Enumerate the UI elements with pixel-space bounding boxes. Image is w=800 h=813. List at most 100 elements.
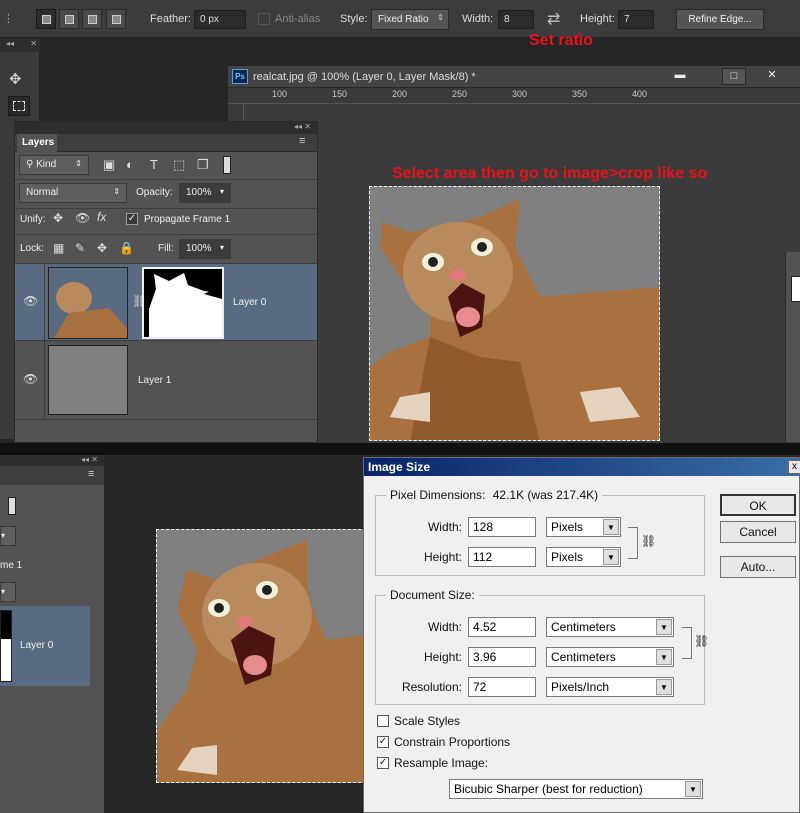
opacity-input[interactable]: 100% ▾ [179,183,231,203]
eye-icon[interactable]: 👁 [23,294,38,308]
layer-row[interactable]: Layer 0 [0,606,90,686]
dialog-title: Image Size [368,460,431,474]
layer-mask-thumbnail[interactable] [0,610,12,682]
refine-edge-button[interactable]: Refine Edge... [676,9,764,30]
cancel-button[interactable]: Cancel [720,521,796,543]
swap-icon[interactable]: ⇄ [547,9,560,29]
layers-panel: ◂◂ ✕ Layers ≡ ⚲ Kind ⇕ ▣ ◐ T ⬚ ❐ Normal ⇕… [14,121,318,443]
unify-style-icon[interactable]: fx [97,210,106,224]
constrain-proportions-label: Constrain Proportions [394,735,511,749]
layer-thumbnail[interactable] [48,345,128,415]
ruler-tick: 250 [452,89,468,99]
px-height-unit-select[interactable]: Pixels ▼ [546,547,621,567]
auto-button[interactable]: Auto... [720,556,796,578]
unify-visibility-icon[interactable]: 👁 [75,211,90,225]
tab-layers[interactable]: Layers [17,134,57,152]
collapse-icon[interactable]: ◂◂ [81,455,89,464]
layer-thumbnail[interactable] [48,267,128,339]
shape-filter-icon[interactable]: ⬚ [173,157,185,173]
chevron-down-icon: ▼ [603,549,619,565]
close-panel-icon[interactable]: ✕ [91,455,98,464]
panel-menu-icon[interactable]: ≡ [88,468,94,480]
minimize-icon[interactable]: ▬ [668,68,692,85]
close-icon[interactable]: x [788,460,800,474]
canvas-selection[interactable] [369,186,660,441]
intersect-selection-icon[interactable] [106,9,126,29]
blend-mode-select[interactable]: Normal ⇕ [19,183,127,203]
pixel-filter-icon[interactable]: ▣ [103,157,115,173]
ratio-height-input[interactable]: 7 [618,10,654,29]
filter-toggle-icon[interactable] [8,497,16,515]
side-panel-edge [785,252,800,442]
layer-row[interactable]: 👁 ⛓ Layer 0 [15,263,317,342]
ruler-tick: 300 [512,89,528,99]
resample-checkbox[interactable]: ✓ [377,757,389,769]
resolution-input[interactable]: 72 [468,677,536,697]
visibility-cell[interactable]: 👁 [15,342,45,420]
collapse-icon[interactable]: ◂◂ [294,122,302,131]
resample-method-value: Bicubic Sharper (best for reduction) [454,782,643,796]
subtract-selection-icon[interactable] [82,9,102,29]
document-size-label: Document Size: [386,588,479,602]
pixel-dimensions-label: Pixel Dimensions: 42.1K (was 217.4K) [386,488,603,502]
style-select[interactable]: Fixed Ratio ⇕ [371,9,449,30]
new-selection-icon[interactable] [36,9,56,29]
chain-link-icon: ⛓ [694,634,710,648]
move-tool-icon[interactable]: ✥ [9,70,22,88]
layer-name[interactable]: Layer 1 [138,375,171,386]
resolution-label: Resolution: [401,680,462,694]
constrain-bracket [682,627,692,659]
marquee-tool-icon[interactable] [8,96,30,116]
panel-menu-icon[interactable]: ≡ [299,135,305,147]
visibility-cell[interactable]: 👁 [15,264,45,342]
unify-position-icon[interactable]: ✥ [53,211,63,225]
blend-mode-select[interactable]: ▾ [0,526,16,546]
dialog-titlebar: Image Size [364,458,800,476]
close-panel-icon[interactable]: ✕ [304,122,311,131]
tool-preset-icon[interactable]: ⋮ [3,12,14,25]
lock-label: Lock: [20,243,44,254]
px-height-input[interactable]: 112 [468,547,536,567]
doc-height-input[interactable]: 3.96 [468,647,536,667]
lock-position-icon[interactable]: ✥ [97,241,107,255]
doc-width-input[interactable]: 4.52 [468,617,536,637]
maximize-icon[interactable]: □ [722,68,746,85]
lock-all-icon[interactable]: 🔒 [119,241,134,255]
ok-button[interactable]: OK [720,494,796,516]
add-selection-icon[interactable] [59,9,79,29]
eye-icon[interactable]: 👁 [23,372,38,386]
resample-method-select[interactable]: Bicubic Sharper (best for reduction) ▼ [449,779,703,799]
lock-transparency-icon[interactable]: ▦ [53,241,64,255]
constrain-proportions-checkbox[interactable]: ✓ [377,736,389,748]
doc-height-unit-select[interactable]: Centimeters ▼ [546,647,674,667]
filter-toggle-icon[interactable] [223,156,231,174]
propagate-checkbox[interactable]: ✓ [126,213,138,225]
cropped-canvas[interactable] [156,529,366,783]
close-window-icon[interactable]: ✕ [760,68,784,85]
px-width-unit-select[interactable]: Pixels ▼ [546,517,621,537]
fill-input[interactable]: 100% ▾ [179,239,231,259]
feather-input[interactable]: 0 px [194,10,246,29]
fill-input[interactable]: ▾ [0,582,16,602]
adjustment-filter-icon[interactable]: ◐ [126,157,134,172]
smartobject-filter-icon[interactable]: ❐ [197,157,209,173]
px-width-input[interactable]: 128 [468,517,536,537]
resolution-unit-select[interactable]: Pixels/Inch ▼ [546,677,674,697]
type-filter-icon[interactable]: T [150,157,158,172]
layers-panel-header: ◂◂ ✕ [15,122,317,134]
scale-styles-checkbox[interactable] [377,715,389,727]
layer-name[interactable]: Layer 0 [20,640,53,651]
layer-mask-thumbnail[interactable] [142,267,224,339]
chevron-updown-icon: ⇕ [437,13,444,22]
kind-filter-select[interactable]: ⚲ Kind ⇕ [19,155,89,175]
doc-unit-value: Centimeters [551,650,616,664]
px-height-label: Height: [423,550,462,564]
lock-paint-icon[interactable]: ✎ [75,241,85,255]
layer-name[interactable]: Layer 0 [233,297,266,308]
layer-row[interactable]: 👁 Layer 1 [15,342,317,420]
layers-panel-partial: ◂◂ ✕ ≡ ▾ me 1 ▾ Layer 0 [0,455,104,813]
doc-width-unit-select[interactable]: Centimeters ▼ [546,617,674,637]
antialias-checkbox[interactable] [258,13,270,25]
close-icon[interactable]: ✕ [30,39,37,48]
ratio-width-input[interactable]: 8 [498,10,534,29]
